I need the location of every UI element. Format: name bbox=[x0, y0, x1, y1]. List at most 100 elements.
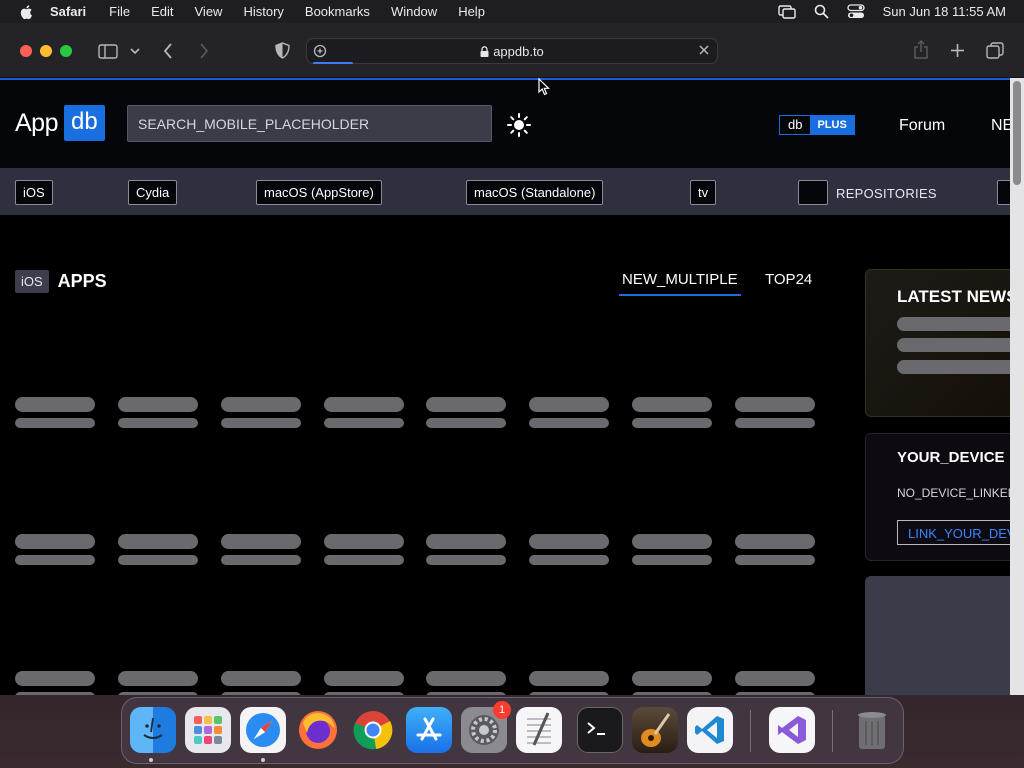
nav-news-link[interactable]: NE bbox=[991, 117, 1010, 135]
terminal-icon[interactable] bbox=[577, 707, 623, 753]
apple-menu-icon[interactable] bbox=[18, 3, 36, 21]
chrome-icon[interactable] bbox=[350, 707, 396, 753]
app-subtitle-placeholder bbox=[426, 418, 506, 428]
menu-file[interactable]: File bbox=[109, 4, 130, 19]
app-title-placeholder bbox=[735, 671, 815, 686]
db-plus-link[interactable]: db PLUS bbox=[779, 115, 855, 135]
sidebar-placeholder-card bbox=[865, 576, 1010, 695]
tab-group-chevron-icon[interactable] bbox=[130, 48, 140, 55]
app-subtitle-placeholder bbox=[324, 692, 404, 695]
news-loading-line bbox=[897, 338, 1010, 352]
textedit-icon[interactable] bbox=[516, 707, 562, 753]
finder-icon[interactable] bbox=[130, 707, 176, 753]
category-overflow-item[interactable] bbox=[997, 180, 1010, 205]
category-repositories[interactable]: REPOSITORIES bbox=[836, 186, 937, 201]
share-icon[interactable] bbox=[913, 40, 929, 59]
your-device-card: YOUR_DEVICE NO_DEVICE_LINKED LINK_YOUR_D… bbox=[865, 433, 1010, 561]
menu-help[interactable]: Help bbox=[458, 4, 485, 19]
screen-mirroring-icon[interactable] bbox=[777, 4, 796, 19]
menu-edit[interactable]: Edit bbox=[151, 4, 173, 19]
nav-forum-link[interactable]: Forum bbox=[899, 117, 945, 135]
theme-toggle-sun-icon[interactable] bbox=[506, 112, 532, 138]
garageband-icon[interactable] bbox=[632, 707, 678, 753]
app-subtitle-placeholder bbox=[221, 418, 301, 428]
settings-notification-badge: 1 bbox=[493, 701, 511, 719]
menu-bookmarks[interactable]: Bookmarks bbox=[305, 4, 370, 19]
firefox-icon[interactable] bbox=[295, 707, 341, 753]
sidebar-toggle-icon[interactable] bbox=[98, 44, 118, 59]
trash-icon[interactable] bbox=[849, 707, 895, 753]
category-ios[interactable]: iOS bbox=[15, 180, 53, 205]
apps-platform-badge: iOS bbox=[15, 270, 49, 293]
system-settings-icon[interactable]: 1 bbox=[461, 701, 511, 753]
app-title-placeholder bbox=[221, 534, 301, 549]
app-title-placeholder bbox=[324, 397, 404, 412]
webpage-content: App db SEARCH_MOBILE_PLACEHOLDER db PLUS… bbox=[0, 80, 1010, 695]
app-subtitle-placeholder bbox=[529, 555, 609, 565]
privacy-shield-icon[interactable] bbox=[275, 42, 290, 59]
page-scrollbar[interactable] bbox=[1010, 78, 1024, 695]
link-device-button[interactable]: LINK_YOUR_DEVICE bbox=[897, 520, 1010, 545]
app-title-placeholder bbox=[324, 671, 404, 686]
finder-running-indicator bbox=[149, 758, 153, 762]
scrollbar-thumb[interactable] bbox=[1013, 81, 1021, 185]
app-title-placeholder bbox=[632, 534, 712, 549]
control-center-icon[interactable] bbox=[846, 4, 865, 19]
menu-history[interactable]: History bbox=[243, 4, 283, 19]
app-subtitle-placeholder bbox=[118, 418, 198, 428]
new-tab-icon[interactable] bbox=[950, 43, 965, 58]
app-title-placeholder bbox=[529, 397, 609, 412]
menu-bar: Safari File Edit View History Bookmarks … bbox=[0, 0, 1024, 23]
app-title-placeholder bbox=[426, 671, 506, 686]
mouse-cursor-icon bbox=[538, 78, 550, 96]
safari-toolbar: appdb.to bbox=[0, 23, 1024, 78]
category-macos-standalone[interactable]: macOS (Standalone) bbox=[466, 180, 604, 205]
repositories-icon[interactable] bbox=[798, 180, 828, 205]
search-input[interactable]: SEARCH_MOBILE_PLACEHOLDER bbox=[127, 105, 492, 142]
menu-app-name[interactable]: Safari bbox=[50, 4, 86, 19]
visual-studio-icon[interactable] bbox=[769, 707, 815, 753]
safari-window: appdb.to App db SEARCH_MOBILE_PLACEHOLDE… bbox=[0, 23, 1024, 695]
appdb-logo[interactable]: App db bbox=[15, 105, 105, 141]
app-subtitle-placeholder bbox=[529, 692, 609, 695]
latest-news-card: LATEST NEWS bbox=[865, 269, 1010, 417]
category-tv[interactable]: tv bbox=[690, 180, 717, 205]
window-zoom-button[interactable] bbox=[60, 45, 72, 57]
app-title-placeholder bbox=[221, 397, 301, 412]
category-macos-appstore[interactable]: macOS (AppStore) bbox=[256, 180, 382, 205]
spotlight-search-icon[interactable] bbox=[814, 4, 829, 19]
window-close-button[interactable] bbox=[20, 45, 32, 57]
app-title-placeholder bbox=[529, 671, 609, 686]
app-subtitle-placeholder bbox=[735, 692, 815, 695]
news-loading-line bbox=[897, 317, 1010, 331]
apps-section-title: APPS bbox=[57, 271, 107, 291]
window-minimize-button[interactable] bbox=[40, 45, 52, 57]
menu-view[interactable]: View bbox=[195, 4, 223, 19]
app-subtitle-placeholder bbox=[15, 418, 95, 428]
launchpad-icon[interactable] bbox=[185, 707, 231, 753]
url-display[interactable]: appdb.to bbox=[307, 44, 717, 59]
app-subtitle-placeholder bbox=[324, 555, 404, 565]
tab-new-multiple[interactable]: NEW_MULTIPLE bbox=[619, 271, 741, 296]
app-store-icon[interactable] bbox=[406, 707, 452, 753]
app-title-placeholder bbox=[632, 671, 712, 686]
tab-overview-icon[interactable] bbox=[986, 42, 1004, 59]
app-subtitle-placeholder bbox=[221, 692, 301, 695]
app-subtitle-placeholder bbox=[426, 692, 506, 695]
app-subtitle-placeholder bbox=[632, 555, 712, 565]
vscode-icon[interactable] bbox=[687, 707, 733, 753]
menu-clock[interactable]: Sun Jun 18 11:55 AM bbox=[883, 4, 1006, 19]
forward-icon[interactable] bbox=[199, 43, 209, 59]
tab-top24[interactable]: TOP24 bbox=[765, 271, 812, 288]
safari-icon[interactable] bbox=[240, 707, 286, 753]
back-icon[interactable] bbox=[163, 43, 173, 59]
menu-window[interactable]: Window bbox=[391, 4, 437, 19]
app-title-placeholder bbox=[118, 534, 198, 549]
category-bar: iOS Cydia macOS (AppStore) macOS (Standa… bbox=[0, 168, 1010, 215]
app-title-placeholder bbox=[221, 671, 301, 686]
app-title-placeholder bbox=[324, 534, 404, 549]
db-plus-plus-text: PLUS bbox=[810, 116, 854, 134]
stop-loading-icon[interactable] bbox=[697, 43, 711, 57]
address-bar[interactable]: appdb.to bbox=[306, 38, 718, 64]
category-cydia[interactable]: Cydia bbox=[128, 180, 178, 205]
